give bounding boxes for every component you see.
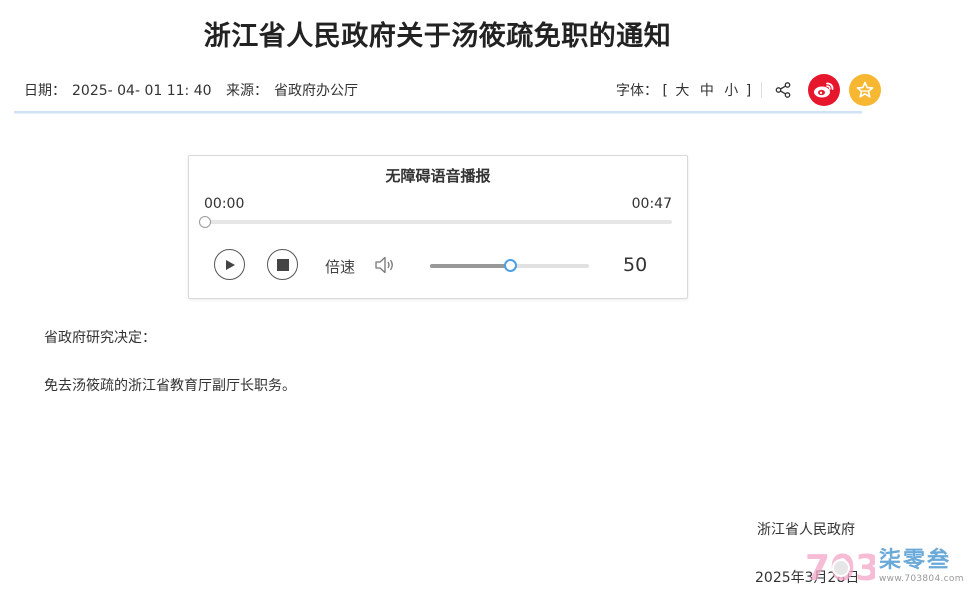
volume-icon[interactable] xyxy=(373,253,397,277)
total-time: 00:47 xyxy=(631,196,672,212)
font-size-medium[interactable]: 中 xyxy=(700,83,714,99)
font-size-control: 字体： [ 大 中 小 ] xyxy=(616,80,751,100)
player-title: 无障碍语音播报 xyxy=(385,167,491,185)
watermark-logo: 703 xyxy=(805,546,880,589)
play-button[interactable] xyxy=(214,249,245,280)
watermark-url: www.703804.com xyxy=(879,574,964,584)
stop-icon xyxy=(276,258,289,271)
date-value: 2025- 04- 01 11: 40 xyxy=(72,83,212,99)
font-size-small[interactable]: 小 xyxy=(724,83,738,99)
article-meta: 日期： 2025- 04- 01 11: 40 来源： 省政府办公厅 xyxy=(24,80,364,100)
star-icon xyxy=(856,81,874,98)
watermark: 703 柒零叁 www.703804.com xyxy=(805,544,965,589)
source-value: 省政府办公厅 xyxy=(273,83,358,99)
source-label: 来源： xyxy=(225,83,268,99)
body-paragraph: 免去汤筱疏的浙江省教育厅副厅长职务。 xyxy=(44,378,296,394)
progress-handle[interactable] xyxy=(199,216,211,228)
weibo-share-button[interactable] xyxy=(808,74,841,106)
weibo-icon xyxy=(814,82,834,98)
font-size-label: 字体： xyxy=(616,83,658,99)
volume-slider[interactable] xyxy=(430,259,589,272)
font-bracket-open: [ xyxy=(662,83,668,99)
font-size-large[interactable]: 大 xyxy=(675,83,689,99)
play-icon xyxy=(225,259,235,270)
watermark-brand: 柒零叁 xyxy=(879,548,952,573)
current-time: 00:00 xyxy=(204,196,245,212)
article-toolbar: 字体： [ 大 中 小 ] xyxy=(616,74,882,106)
stop-button[interactable] xyxy=(267,249,298,280)
favorite-button[interactable] xyxy=(849,74,882,106)
audio-player: 无障碍语音播报 00:00 00:47 倍速 50 xyxy=(188,155,688,299)
font-bracket-close: ] xyxy=(745,83,752,99)
header-divider xyxy=(14,111,862,114)
volume-value: 50 xyxy=(623,254,648,276)
progress-bar[interactable] xyxy=(199,216,672,228)
share-icon[interactable] xyxy=(774,81,792,99)
playback-speed-button[interactable]: 倍速 xyxy=(325,256,355,277)
body-paragraph: 省政府研究决定： xyxy=(44,330,156,346)
date-label: 日期： xyxy=(24,83,66,99)
toolbar-divider xyxy=(761,82,763,98)
signature: 浙江省人民政府 xyxy=(757,522,855,538)
article-title: 浙江省人民政府关于汤筱疏免职的通知 xyxy=(203,21,672,52)
volume-fill xyxy=(430,264,510,268)
volume-handle[interactable] xyxy=(503,259,517,272)
